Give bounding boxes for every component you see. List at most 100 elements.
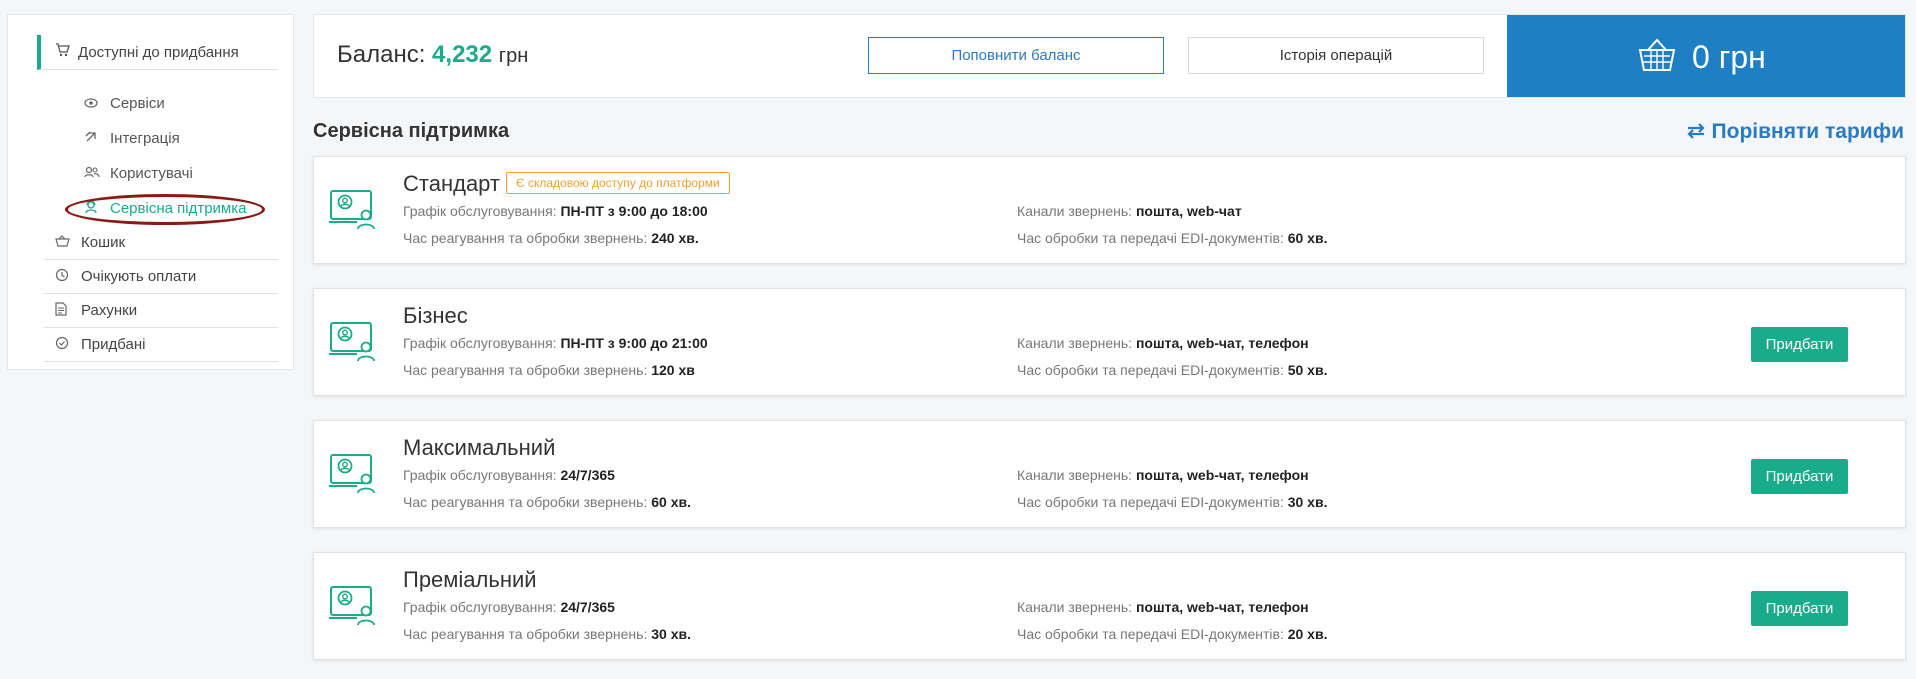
support-plan-icon: [328, 583, 378, 627]
sidebar-item-label: Інтеграція: [110, 129, 180, 147]
cart-icon: [55, 43, 70, 61]
sidebar-item-services[interactable]: Сервіси: [84, 88, 165, 118]
channels-value: пошта, web-чат: [1135, 203, 1242, 219]
channels-label: Канали звернень:: [1017, 335, 1133, 351]
operations-history-button[interactable]: Історія операцій: [1188, 37, 1484, 74]
sidebar-item-label: Очікують оплати: [81, 268, 197, 285]
response-label: Час реагування та обробки звернень:: [403, 230, 648, 246]
swap-arrows-icon: [1686, 119, 1706, 145]
balance-amount: 4,232: [432, 41, 493, 68]
plan-name-wrapper: Стандарт Є складовою доступу до платформи: [403, 171, 730, 197]
balance-display: Баланс: 4,232 грн: [337, 41, 528, 69]
support-plan-icon: [328, 187, 378, 231]
sidebar-item-label: Сервіси: [110, 94, 165, 112]
edi-row: Час обробки та передачі EDI-документів: …: [1017, 494, 1327, 510]
clock-icon: [55, 268, 71, 285]
schedule-row: Графік обслуговування: ПН-ПТ з 9:00 до 1…: [403, 203, 708, 219]
schedule-value: ПН-ПТ з 9:00 до 18:00: [560, 203, 708, 219]
sidebar-item-label: Користувачі: [110, 164, 193, 182]
buy-button[interactable]: Придбати: [1751, 459, 1848, 494]
response-value: 60 хв.: [651, 494, 691, 510]
channels-row: Канали звернень: пошта, web-чат, телефон: [1017, 467, 1309, 483]
buy-button[interactable]: Придбати: [1751, 327, 1848, 362]
response-row: Час реагування та обробки звернень: 60 х…: [403, 494, 691, 510]
plan-badge: Є складовою доступу до платформи: [506, 172, 730, 194]
basket-icon: [1638, 38, 1676, 77]
compare-tariffs-link[interactable]: Порівняти тарифи: [1686, 119, 1904, 145]
sidebar-item-users[interactable]: Користувачі: [84, 158, 193, 188]
plan-name-wrapper: Преміальний: [403, 567, 537, 593]
sidebar-item-cart[interactable]: Кошик: [44, 226, 278, 260]
plan-card: Бізнес Графік обслуговування: ПН-ПТ з 9:0…: [313, 288, 1906, 396]
check-circle-icon: [55, 336, 71, 353]
document-icon: [55, 302, 71, 319]
sidebar: Доступні до придбання Сервіси Інтеграція…: [7, 14, 294, 370]
response-row: Час реагування та обробки звернень: 30 х…: [403, 626, 691, 642]
response-label: Час реагування та обробки звернень:: [403, 494, 648, 510]
balance-currency: грн: [498, 45, 529, 67]
response-row: Час реагування та обробки звернень: 120 …: [403, 362, 695, 378]
sidebar-item-awaiting-payment[interactable]: Очікують оплати: [44, 260, 278, 294]
plan-name: Стандарт: [403, 171, 501, 196]
response-value: 240 хв.: [651, 230, 699, 246]
cart-summary-button[interactable]: 0 грн: [1507, 15, 1905, 97]
plan-card: Преміальний Графік обслуговування: 24/7/3…: [313, 552, 1906, 660]
edi-value: 30 хв.: [1287, 494, 1328, 510]
schedule-label: Графік обслуговування:: [403, 203, 557, 219]
channels-value: пошта, web-чат, телефон: [1135, 467, 1309, 483]
topup-balance-button[interactable]: Поповнити баланс: [868, 37, 1164, 74]
eye-icon: [84, 96, 100, 111]
plan-name-wrapper: Бізнес: [403, 303, 468, 329]
balance-bar: Баланс: 4,232 грн Поповнити баланс Істор…: [313, 14, 1906, 98]
edi-row: Час обробки та передачі EDI-документів: …: [1017, 626, 1327, 642]
support-plan-icon: [328, 451, 378, 495]
edi-label: Час обробки та передачі EDI-документів:: [1017, 362, 1284, 378]
support-plan-icon: [328, 319, 378, 363]
compare-tariffs-label: Порівняти тарифи: [1711, 120, 1904, 143]
sidebar-item-invoices[interactable]: Рахунки: [44, 294, 278, 328]
highlight-annotation: [65, 194, 265, 225]
edi-value: 20 хв.: [1287, 626, 1328, 642]
plan-name: Преміальний: [403, 567, 537, 592]
edi-value: 60 хв.: [1287, 230, 1328, 246]
edi-row: Час обробки та передачі EDI-документів: …: [1017, 230, 1327, 246]
channels-value: пошта, web-чат, телефон: [1135, 599, 1309, 615]
channels-label: Канали звернень:: [1017, 467, 1133, 483]
channels-row: Канали звернень: пошта, web-чат: [1017, 203, 1242, 219]
sidebar-item-label: Рахунки: [81, 302, 138, 319]
edi-label: Час обробки та передачі EDI-документів:: [1017, 626, 1284, 642]
plan-name: Максимальний: [403, 435, 556, 460]
plan-card: Максимальний Графік обслуговування: 24/7/…: [313, 420, 1906, 528]
edi-value: 50 хв.: [1287, 362, 1328, 378]
cart-amount: 0 грн: [1692, 38, 1766, 75]
response-value: 120 хв: [651, 362, 695, 378]
basket-icon: [55, 235, 71, 250]
response-row: Час реагування та обробки звернень: 240 …: [403, 230, 699, 246]
schedule-label: Графік обслуговування:: [403, 467, 557, 483]
schedule-row: Графік обслуговування: 24/7/365: [403, 599, 615, 615]
buy-button[interactable]: Придбати: [1751, 591, 1848, 626]
schedule-row: Графік обслуговування: ПН-ПТ з 9:00 до 2…: [403, 335, 708, 351]
edi-label: Час обробки та передачі EDI-документів:: [1017, 230, 1284, 246]
channels-label: Канали звернень:: [1017, 203, 1133, 219]
schedule-label: Графік обслуговування:: [403, 335, 557, 351]
sidebar-item-purchased[interactable]: Придбані: [44, 328, 278, 362]
response-value: 30 хв.: [651, 626, 691, 642]
response-label: Час реагування та обробки звернень:: [403, 362, 648, 378]
schedule-row: Графік обслуговування: 24/7/365: [403, 467, 615, 483]
section-title: Сервісна підтримка: [313, 120, 510, 142]
balance-label: Баланс:: [337, 41, 426, 68]
schedule-value: 24/7/365: [560, 467, 615, 483]
schedule-value: 24/7/365: [560, 599, 615, 615]
sidebar-item-integration[interactable]: Інтеграція: [84, 123, 180, 153]
plan-name-wrapper: Максимальний: [403, 435, 555, 461]
schedule-value: ПН-ПТ з 9:00 до 21:00: [560, 335, 708, 351]
sidebar-item-label: Кошик: [81, 234, 126, 251]
sidebar-section-available[interactable]: Доступні до придбання: [37, 35, 278, 70]
plan-name: Бізнес: [403, 303, 468, 328]
response-label: Час реагування та обробки звернень:: [403, 626, 648, 642]
channels-row: Канали звернень: пошта, web-чат, телефон: [1017, 599, 1309, 615]
sidebar-section-label: Доступні до придбання: [78, 43, 239, 61]
edi-label: Час обробки та передачі EDI-документів:: [1017, 494, 1284, 510]
channels-value: пошта, web-чат, телефон: [1135, 335, 1309, 351]
